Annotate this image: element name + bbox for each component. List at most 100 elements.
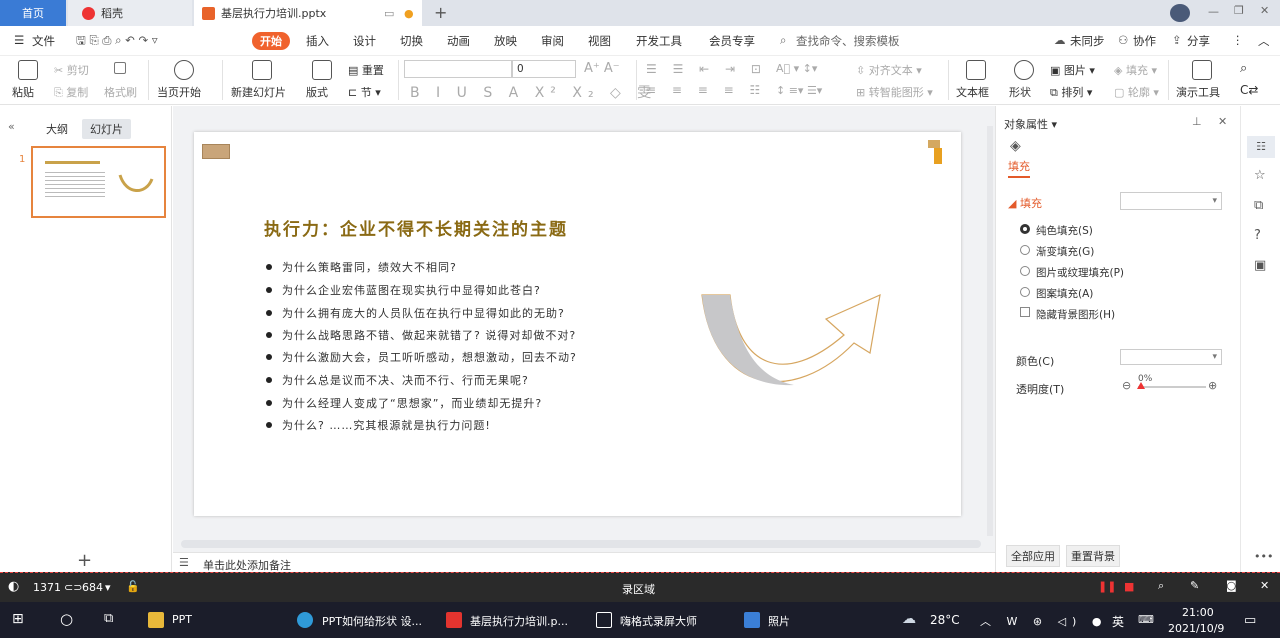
menu-view[interactable]: 视图 <box>588 33 611 49</box>
size-dropdown-icon[interactable]: ▾ <box>105 581 111 594</box>
taskbar-ppt-folder[interactable]: PPT <box>172 613 192 626</box>
clock-date[interactable]: 2021/10/9 <box>1168 622 1224 635</box>
radio-solid-fill[interactable] <box>1020 224 1030 234</box>
panel-title[interactable]: 对象属性 ▾ <box>1004 116 1057 132</box>
font-size-select[interactable]: 0 <box>512 60 576 78</box>
window-icon[interactable]: ▭ <box>384 7 394 20</box>
align-icons[interactable]: ≡ ≡ ≡ ≡ ☷ <box>646 83 766 97</box>
task-view-icon[interactable]: ⧉ <box>104 611 113 626</box>
new-slide-button[interactable]: 新建幻灯片 <box>231 84 286 100</box>
new-slide-icon[interactable] <box>252 60 272 80</box>
find-icon[interactable]: ⌕ <box>1240 61 1247 76</box>
replace-icon[interactable]: C⇄ <box>1240 83 1258 97</box>
list-indent-icons[interactable]: ☰ ☰ ⇤ ⇥ ⊡ <box>646 62 767 76</box>
stop-icon[interactable]: ■ <box>1124 580 1134 593</box>
help-icon[interactable]: ? <box>1254 228 1261 243</box>
collapse-panel-icon[interactable]: « <box>8 120 15 133</box>
bullet-item[interactable]: 为什么拥有庞大的人员队伍在执行中显得如此的无助? <box>266 305 565 321</box>
tab-daoke[interactable]: 稻壳 <box>68 0 192 26</box>
tab-home[interactable]: 首页 <box>0 0 66 26</box>
minimize-icon[interactable]: — <box>1208 5 1219 18</box>
present-tool-icon[interactable] <box>1192 60 1212 80</box>
layout-button[interactable]: 版式 <box>306 84 328 100</box>
play-icon[interactable] <box>174 60 194 80</box>
fill-button[interactable]: ◈ 填充 ▾ <box>1114 62 1157 78</box>
properties-icon[interactable]: ☷ <box>1247 136 1275 158</box>
format-painter-button[interactable]: 格式刷 <box>104 84 137 100</box>
ime-indicator[interactable]: 英 <box>1112 613 1124 630</box>
notes-bar[interactable]: ☰ 单击此处添加备注 <box>173 552 995 572</box>
restore-icon[interactable]: ❐ <box>1234 4 1244 17</box>
from-current-button[interactable]: 当页开始 <box>157 84 201 100</box>
fill-section-header[interactable]: ◢ 填充 <box>1008 195 1042 211</box>
slide[interactable] <box>194 132 961 516</box>
shape-icon[interactable] <box>1014 60 1034 80</box>
record-width[interactable]: 1371 <box>33 581 61 594</box>
share-button[interactable]: 分享 <box>1187 33 1210 49</box>
menu-design[interactable]: 设计 <box>353 33 376 49</box>
pause-icon[interactable]: ❚❚ <box>1098 580 1116 593</box>
shape-button[interactable]: 形状 <box>1009 84 1031 100</box>
hamburger-icon[interactable]: ☰ <box>14 33 24 47</box>
paste-icon[interactable] <box>18 60 38 80</box>
image-tool-icon[interactable]: ▣ <box>1254 258 1266 273</box>
command-search[interactable]: 查找命令、搜索模板 <box>796 33 900 49</box>
camera-icon[interactable]: ◙ <box>1226 579 1237 592</box>
taskbar-recorder[interactable]: 嗨格式录屏大师 <box>620 613 697 629</box>
present-tool-button[interactable]: 演示工具 <box>1176 84 1220 100</box>
temperature[interactable]: 28°C <box>930 613 960 627</box>
tab-slides[interactable]: 幻灯片 <box>82 119 131 139</box>
taskbar-edge[interactable]: PPT如何给形状 设... <box>322 613 422 629</box>
font-style-icons[interactable]: B I U S A X² X₂ ◇ 雯 <box>410 82 657 102</box>
bullet-item[interactable]: 为什么激励大会，员工听听感动，想想激动，回去不动? <box>266 349 577 365</box>
copy-button[interactable]: ⎘ 复制 <box>54 84 88 100</box>
text-direction-icons[interactable]: A⃞ ▾ ↕▾ <box>776 62 817 75</box>
windows-start-icon[interactable]: ⊞ <box>12 611 24 627</box>
avatar[interactable] <box>1170 4 1190 22</box>
notes-placeholder[interactable]: 单击此处添加备注 <box>203 557 291 573</box>
hide-background-checkbox[interactable] <box>1020 307 1030 317</box>
fill-type-select[interactable]: ▾ <box>1120 192 1222 210</box>
menu-show[interactable]: 放映 <box>494 33 517 49</box>
picture-button[interactable]: ▣ 图片 ▾ <box>1050 62 1095 78</box>
close-icon[interactable]: ✕ <box>1260 4 1269 17</box>
lock-icon[interactable]: 🔓 <box>126 580 140 593</box>
quick-access-icons[interactable]: 🖫 ⎘ ⎙ ⌕ ↶ ↷ ▿ <box>76 33 158 52</box>
font-grow-shrink-icons[interactable]: A⁺ A⁻ <box>584 61 620 76</box>
more-icon[interactable]: ⋮ <box>1232 33 1244 47</box>
new-tab-button[interactable]: + <box>434 3 447 22</box>
slide-thumbnail[interactable] <box>31 146 166 218</box>
radio-gradient-fill[interactable] <box>1020 245 1030 255</box>
menu-insert[interactable]: 插入 <box>306 33 329 49</box>
menu-member[interactable]: 会员专享 <box>709 33 755 49</box>
textbox-icon[interactable] <box>966 60 986 80</box>
arrange-button[interactable]: ⧉ 排列 ▾ <box>1050 84 1092 100</box>
menu-file[interactable]: 文件 <box>32 33 55 49</box>
curved-arrow-shape[interactable] <box>694 287 909 397</box>
panel-close-icon[interactable]: ✕ <box>1218 115 1227 128</box>
menu-dev[interactable]: 开发工具 <box>636 33 682 49</box>
bullet-item[interactable]: 为什么策略雷同，绩效大不相同? <box>266 259 457 275</box>
menu-animation[interactable]: 动画 <box>447 33 470 49</box>
pen-icon[interactable]: ✎ <box>1190 579 1199 592</box>
transparency-slider-thumb[interactable] <box>1137 382 1145 389</box>
menu-review[interactable]: 审阅 <box>541 33 564 49</box>
bullet-item[interactable]: 为什么? ……究其根源就是执行力问题! <box>266 417 491 433</box>
pin-icon[interactable]: ⊥ <box>1192 115 1202 128</box>
color-select[interactable]: ▾ <box>1120 349 1222 365</box>
clock-time[interactable]: 21:00 <box>1182 606 1214 619</box>
line-spacing-icons[interactable]: ↕ ≡▾ ☰▾ <box>776 84 822 97</box>
sidebar-more-icon[interactable]: ••• <box>1254 550 1273 563</box>
smart-shape-button[interactable]: ⊞ 转智能图形 ▾ <box>856 84 933 100</box>
recbar-close-icon[interactable]: ✕ <box>1260 579 1269 592</box>
collapse-ribbon-icon[interactable]: ︿ <box>1258 33 1270 49</box>
paste-button[interactable]: 粘贴 <box>12 84 34 100</box>
animation-icon[interactable]: ☆ <box>1254 168 1266 183</box>
vertical-scrollbar[interactable] <box>987 126 993 536</box>
menu-start[interactable]: 开始 <box>252 32 290 50</box>
unsync-button[interactable]: 未同步 <box>1070 33 1105 49</box>
collab-button[interactable]: 协作 <box>1133 33 1156 49</box>
radio-picture-fill[interactable] <box>1020 266 1030 276</box>
taskbar-wps[interactable]: 基层执行力培训.p... <box>470 613 568 629</box>
section-button[interactable]: ⊏ 节 ▾ <box>348 84 381 100</box>
